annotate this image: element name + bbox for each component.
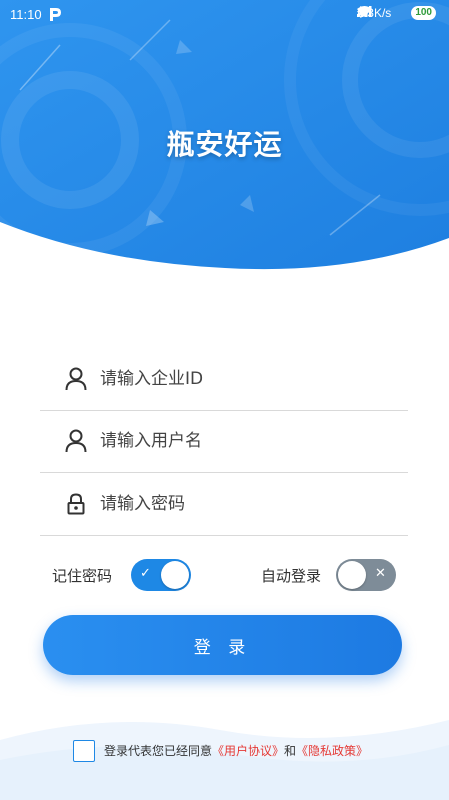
remember-password-label: 记住密码 <box>52 567 113 585</box>
username-input[interactable] <box>98 430 382 452</box>
remember-password-toggle[interactable]: ✓ <box>131 559 191 591</box>
agreement-text: 登录代表您已经同意《用户协议》和《隐私政策》 <box>104 742 368 759</box>
company-id-field[interactable] <box>40 348 408 411</box>
agreement-prefix: 登录代表您已经同意 <box>104 744 213 758</box>
status-bar: 11:10 6.3K/s 100 <box>0 0 449 30</box>
header-banner: 11:10 6.3K/s 100 瓶安好运 <box>0 0 449 290</box>
user-icon <box>58 364 94 394</box>
auto-login-toggle[interactable]: ✕ <box>336 559 396 591</box>
app-title: 瓶安好运 <box>166 128 283 161</box>
auto-login-label: 自动登录 <box>261 567 322 585</box>
user-agreement-link[interactable]: 《用户协议》 <box>212 744 284 758</box>
password-input[interactable] <box>98 493 382 515</box>
toggle-knob <box>338 561 366 589</box>
login-button[interactable]: 登 录 <box>43 615 402 675</box>
p-app-icon <box>48 7 62 22</box>
close-icon: ✕ <box>375 566 386 581</box>
lock-icon <box>58 489 94 519</box>
check-icon: ✓ <box>140 566 151 581</box>
password-field[interactable] <box>40 473 408 536</box>
privacy-policy-link[interactable]: 《隐私政策》 <box>296 744 368 758</box>
user-icon <box>58 426 94 456</box>
username-field[interactable] <box>40 410 408 473</box>
battery-icon: 100 <box>411 6 436 20</box>
toggle-knob <box>161 561 189 589</box>
agreement-checkbox[interactable] <box>73 740 95 762</box>
status-time: 11:10 <box>10 7 42 22</box>
agreement-and: 和 <box>284 744 297 758</box>
company-id-input[interactable] <box>98 368 382 390</box>
